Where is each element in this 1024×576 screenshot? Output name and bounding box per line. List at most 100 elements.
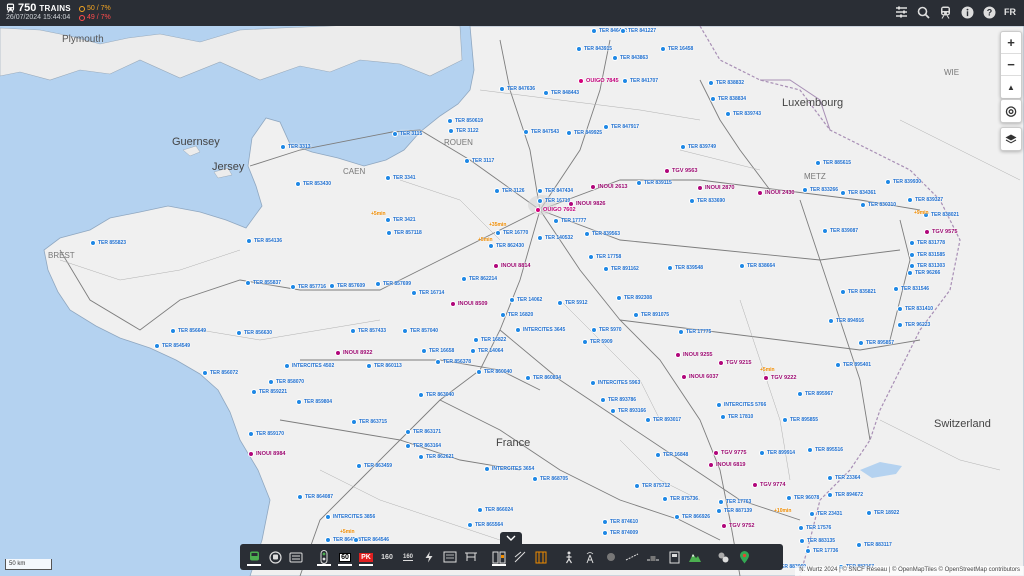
filter-icon[interactable] [894, 5, 908, 19]
train-marker[interactable]: TER 838834 [710, 96, 746, 102]
train-marker[interactable]: TER 875712 [634, 483, 670, 489]
train-marker[interactable]: TER 862621 [418, 454, 454, 460]
toolbar-voltage-button[interactable] [440, 547, 460, 567]
train-marker[interactable]: TER 891075 [633, 312, 669, 318]
toolbar-terrain-button[interactable] [685, 547, 705, 567]
train-marker[interactable]: TER 865564 [467, 522, 503, 528]
train-marker[interactable]: TER 834361 [840, 190, 876, 196]
train-marker[interactable]: TER 5912 [557, 300, 588, 306]
train-marker[interactable]: TER 3117 [464, 158, 494, 164]
toolbar-line-speed-button[interactable]: 160 [398, 547, 418, 567]
train-marker[interactable]: TER 839548 [667, 265, 703, 271]
train-marker[interactable]: TER 856378 [435, 359, 471, 365]
train-marker[interactable]: TER 848443 [543, 90, 579, 96]
toolbar-platform-button[interactable] [489, 547, 509, 567]
train-marker[interactable]: TER 893017 [645, 417, 681, 423]
train-marker[interactable]: TER 17736 [805, 548, 838, 554]
train-marker[interactable]: TER 96266 [907, 270, 940, 276]
train-marker[interactable]: TER 859170 [248, 431, 284, 437]
train-marker[interactable]: TER 893786 [600, 397, 636, 403]
train-marker[interactable]: TER 835821 [840, 289, 876, 295]
train-marker[interactable]: TER 857118 [386, 230, 422, 236]
toolbar-tunnel-button[interactable] [643, 547, 663, 567]
train-marker[interactable]: TER 16658 [421, 348, 454, 354]
train-marker[interactable]: TER 838664 [739, 263, 775, 269]
compass-button[interactable]: ▲ [1001, 76, 1021, 98]
train-marker[interactable]: TER 860834 [525, 375, 561, 381]
train-marker[interactable]: INOUI 2430 [757, 190, 795, 196]
train-marker[interactable]: INOUI 8984 [248, 451, 286, 457]
train-marker[interactable]: TER 891162 [603, 266, 639, 272]
train-marker[interactable]: TGV 9222 [763, 375, 797, 381]
train-marker[interactable]: TER 892308 [616, 295, 652, 301]
train-marker[interactable]: TER 859804 [296, 399, 332, 405]
train-marker[interactable]: TER 14062 [509, 297, 542, 303]
train-marker[interactable]: TER 863715 [351, 419, 387, 425]
zoom-out-button[interactable]: − [1001, 54, 1021, 76]
zoom-in-button[interactable]: + [1001, 32, 1021, 54]
train-marker[interactable]: TER 853430 [295, 181, 331, 187]
toolbar-speed-button[interactable]: 60 [335, 547, 355, 567]
train-marker[interactable]: TER 858070 [268, 379, 304, 385]
train-marker[interactable]: TER 868705 [532, 476, 568, 482]
train-marker[interactable]: INOUI 9255 [675, 352, 713, 358]
language-switch[interactable]: FR [1004, 7, 1016, 17]
train-marker[interactable]: TER 839087 [822, 228, 858, 234]
toolbar-satellite-button[interactable] [713, 547, 733, 567]
train-marker[interactable]: TGV 9215 [718, 360, 752, 366]
train-marker[interactable]: TER 894916 [828, 318, 864, 324]
train-marker[interactable]: INTERCITES 5766 [716, 402, 766, 408]
layers-button[interactable] [1001, 128, 1021, 150]
train-marker[interactable]: TER 895401 [835, 362, 871, 368]
toolbar-max-speed-button[interactable]: 160 [377, 547, 397, 567]
train-marker[interactable]: TER 17758 [588, 254, 621, 260]
train-marker[interactable]: INTERCITES 3654 [484, 466, 534, 472]
train-marker[interactable]: TER 887139 [716, 508, 752, 514]
train-marker[interactable]: TER 17775 [678, 329, 711, 335]
train-marker[interactable]: TER 831410 [897, 306, 933, 312]
train-marker[interactable]: TER 854549 [154, 343, 190, 349]
train-marker[interactable]: TER 866024 [477, 507, 513, 513]
train-marker[interactable]: TER 866926 [674, 514, 710, 520]
map-canvas[interactable]: Plymouth Guernsey Jersey Luxembourg France Sw… [0, 0, 1024, 576]
search-icon[interactable] [916, 5, 930, 19]
train-marker[interactable]: TER 833266 [802, 187, 838, 193]
train-marker[interactable]: TER 16848 [655, 452, 688, 458]
train-marker[interactable]: TER 862214 [461, 276, 497, 282]
train-marker[interactable]: TER 140532 [537, 235, 573, 241]
train-marker[interactable]: TER 830310 [860, 202, 896, 208]
train-marker[interactable]: TER 864546 [353, 537, 389, 543]
train-marker[interactable]: TER 855837 [245, 280, 281, 286]
toolbar-switch-button[interactable] [510, 547, 530, 567]
toolbar-electrification-button[interactable] [419, 547, 439, 567]
train-marker[interactable]: TER 857040 [402, 328, 438, 334]
toolbar-antenna-button[interactable] [580, 547, 600, 567]
train-marker[interactable]: INTERCITES 3856 [325, 514, 375, 520]
train-marker[interactable]: INOUI 2613 [590, 184, 628, 190]
toolbar-pk-button[interactable]: PK [356, 547, 376, 567]
train-marker[interactable]: TER 831585 [909, 252, 945, 258]
train-marker[interactable]: TER 16714 [411, 290, 444, 296]
train-marker[interactable]: TER 895967 [797, 391, 833, 397]
train-marker[interactable]: TER 894672 [827, 492, 863, 498]
train-marker[interactable]: TER 847434 [537, 188, 573, 194]
train-marker[interactable]: OUIGO 7602 [535, 207, 576, 213]
train-marker[interactable]: INTERCITES 3645 [515, 327, 565, 333]
toolbar-station-button[interactable] [286, 547, 306, 567]
train-marker[interactable]: INTERCITES 5963 [590, 380, 640, 386]
train-marker[interactable]: TER 831303 [909, 263, 945, 269]
train-marker[interactable]: INOUI 6037 [681, 374, 719, 380]
train-marker[interactable]: INTERCITES 4502 [284, 363, 334, 369]
train-filter-icon[interactable] [938, 5, 952, 19]
toolbar-pedestrian-button[interactable] [559, 547, 579, 567]
train-marker[interactable]: TER 843863 [612, 55, 648, 61]
train-marker[interactable]: TER 864087 [297, 494, 333, 500]
train-marker[interactable]: TER 841707 [622, 78, 658, 84]
train-marker[interactable]: TER 23364 [827, 475, 860, 481]
train-marker[interactable]: TER 895855 [782, 417, 818, 423]
train-marker[interactable]: TER 893166 [610, 408, 646, 414]
train-marker[interactable]: TER 16770 [495, 230, 528, 236]
toolbar-tracks-button[interactable] [531, 547, 551, 567]
train-marker[interactable]: TER 17763 [718, 499, 751, 505]
train-marker[interactable]: TER 863459 [356, 463, 392, 469]
